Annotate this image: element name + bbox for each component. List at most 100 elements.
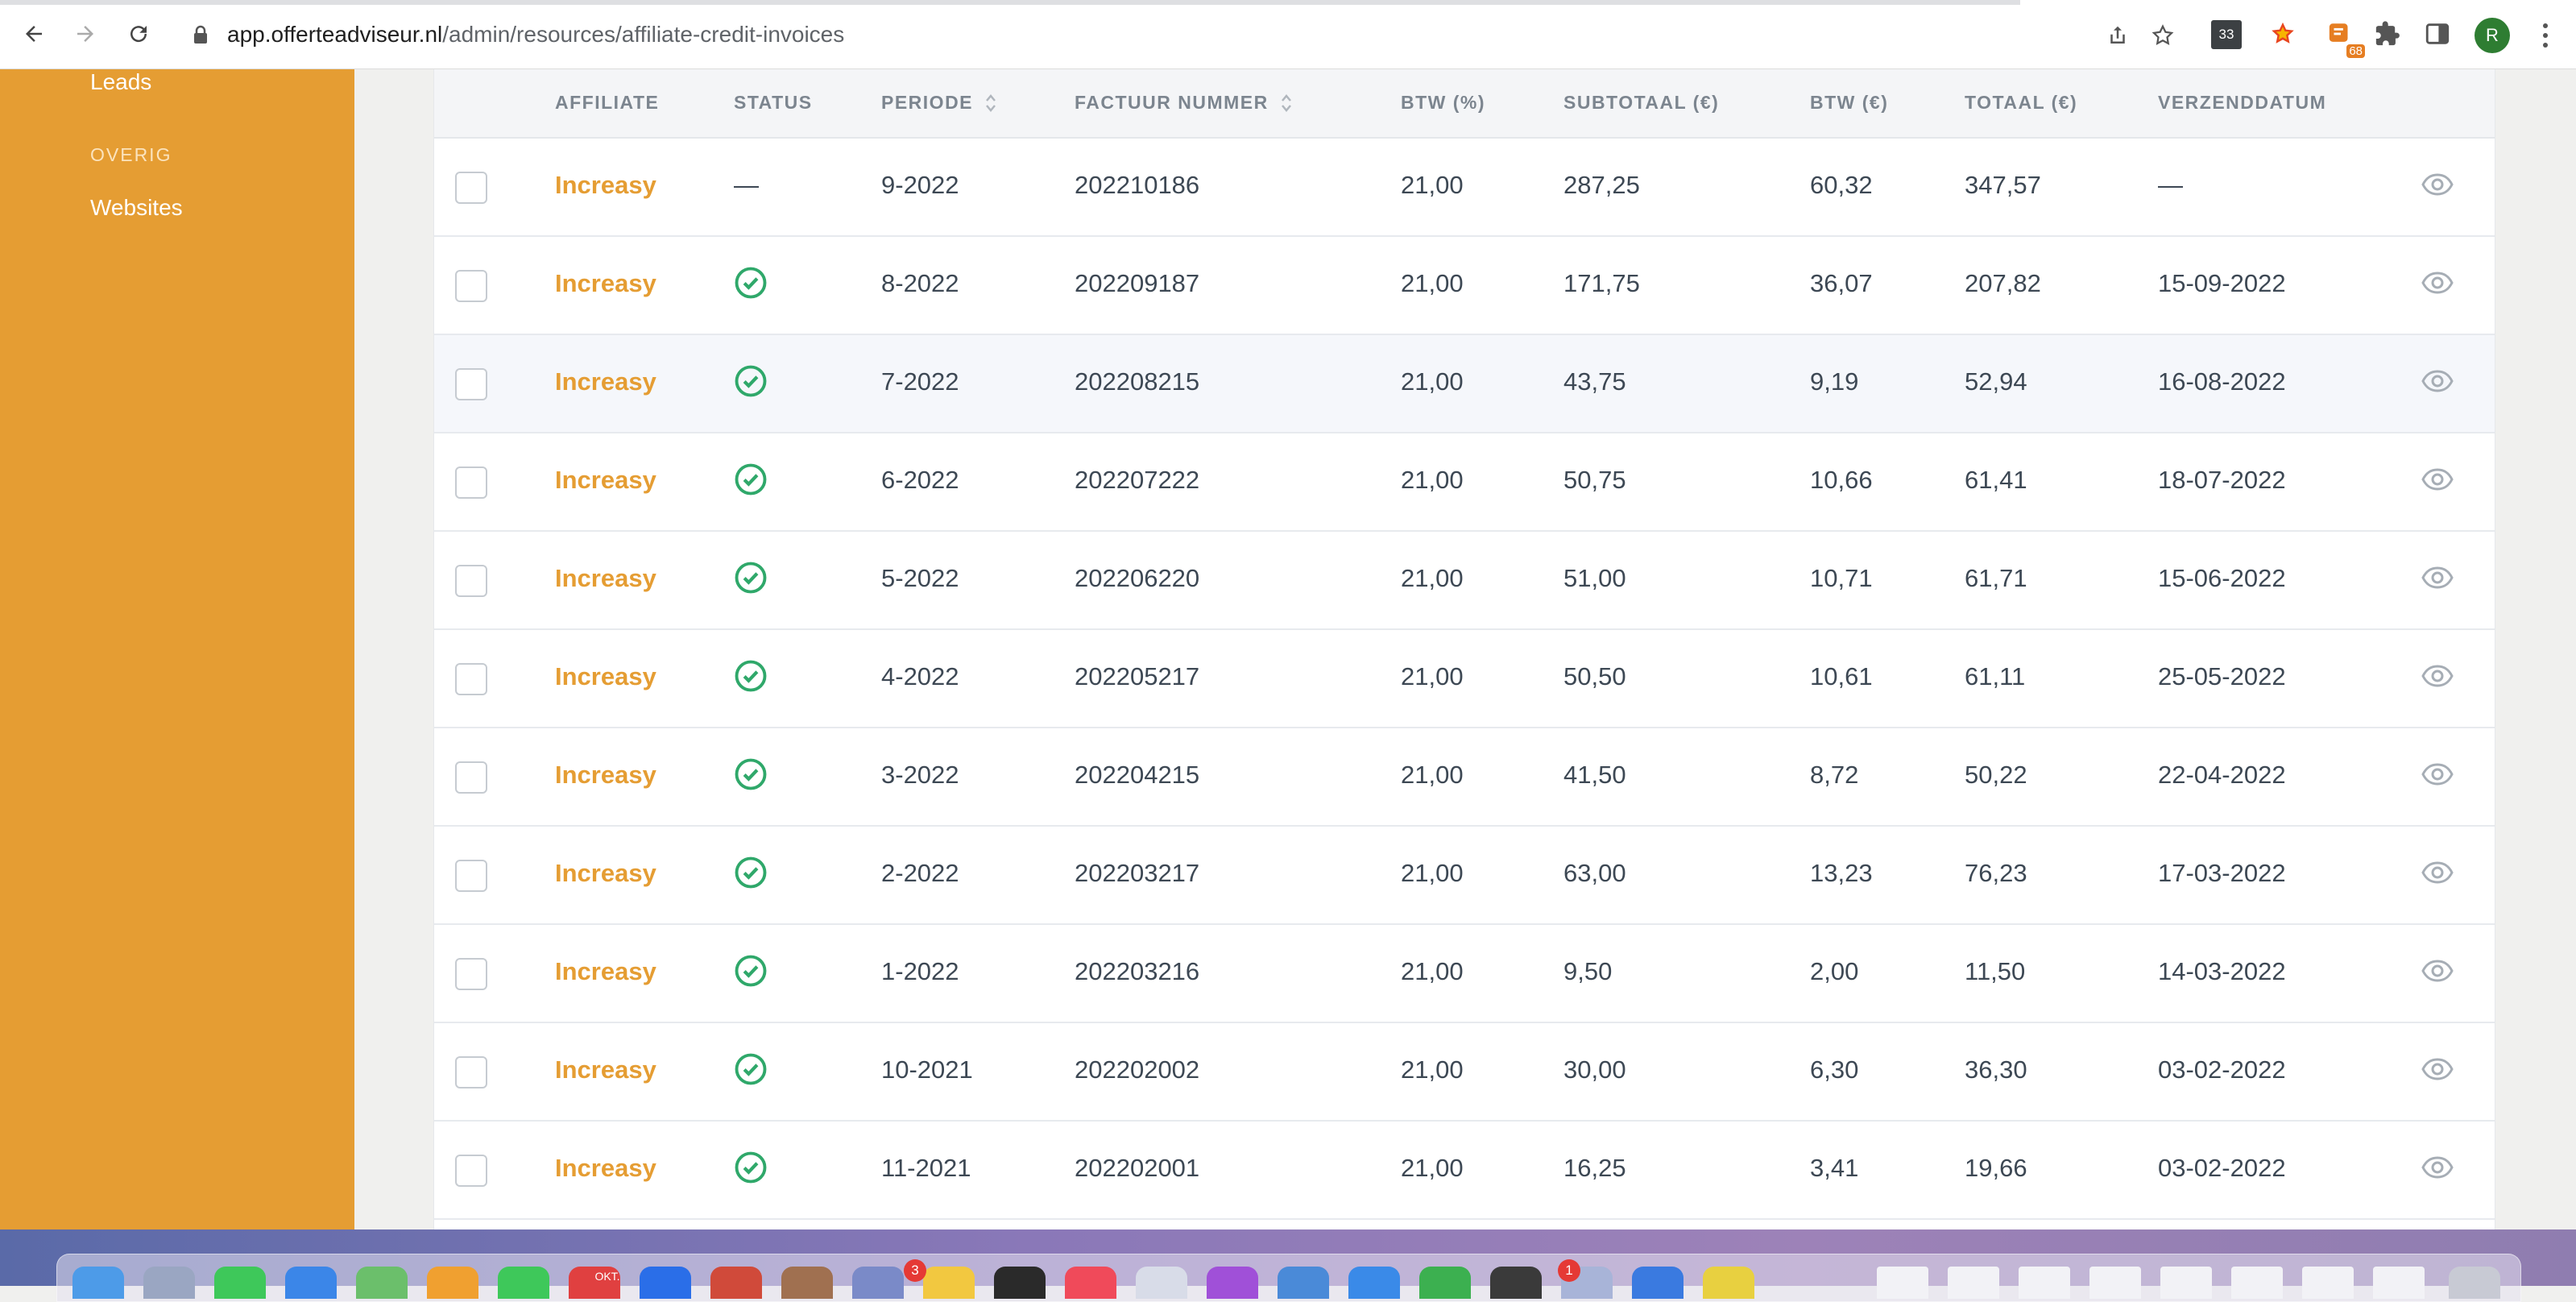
more-menu-icon[interactable] [2537, 19, 2553, 52]
row-checkbox[interactable] [455, 1155, 487, 1187]
cell-affiliate-link[interactable]: Increasy [555, 1154, 656, 1183]
dock-document-thumbnail[interactable] [2160, 1267, 2212, 1299]
messages-icon[interactable] [214, 1267, 266, 1299]
launchpad-icon[interactable] [143, 1267, 195, 1299]
extension-star-icon[interactable] [2267, 18, 2299, 50]
dock-document-thumbnail[interactable] [2373, 1267, 2425, 1299]
row-checkbox[interactable] [455, 466, 487, 499]
cell-btw-pct: 21,00 [1401, 367, 1464, 396]
view-eye-icon[interactable] [2421, 368, 2454, 394]
check-circle-icon [735, 267, 767, 299]
reload-button[interactable] [124, 19, 153, 48]
numbers-icon[interactable] [1419, 1267, 1471, 1299]
row-checkbox[interactable] [455, 172, 487, 204]
podcasts-icon[interactable] [1207, 1267, 1258, 1299]
view-eye-icon[interactable] [2421, 958, 2454, 984]
table-row[interactable]: Increasy 8-2022 202209187 21,00 171,75 36,07 2… [434, 237, 2495, 335]
dropbox-icon[interactable] [640, 1267, 691, 1299]
back-button[interactable] [19, 19, 48, 48]
table-row[interactable]: Increasy 6-2022 202207222 21,00 50,75 10,66 61… [434, 433, 2495, 532]
cell-affiliate-link[interactable]: Increasy [555, 662, 656, 691]
bookmark-star-icon[interactable] [2151, 23, 2175, 48]
table-row[interactable]: Increasy 3-2022 202204215 21,00 41,50 8,72 50,… [434, 728, 2495, 827]
cell-verzenddatum: 03-02-2022 [2158, 1055, 2286, 1084]
side-panel-icon[interactable] [2421, 18, 2454, 50]
cell-btw-eur: 60,32 [1810, 171, 1873, 199]
cell-affiliate-link[interactable]: Increasy [555, 269, 656, 298]
dock-document-thumbnail[interactable] [1877, 1267, 1928, 1299]
row-checkbox[interactable] [455, 761, 487, 794]
puzzle-icon[interactable] [2371, 18, 2404, 50]
activity-icon[interactable] [1490, 1267, 1542, 1299]
row-checkbox[interactable] [455, 663, 487, 695]
tool-icon[interactable] [1703, 1267, 1754, 1299]
terminal-icon[interactable] [994, 1267, 1046, 1299]
table-row[interactable]: Increasy 4-2022 202205217 21,00 50,50 10,61 61… [434, 630, 2495, 728]
column-header-factuur-nummer[interactable]: FACTUUR NUMMER [1075, 92, 1293, 114]
dock-document-thumbnail[interactable] [1948, 1267, 1999, 1299]
table-row[interactable]: Increasy 5-2022 202206220 21,00 51,00 10,71 61… [434, 532, 2495, 630]
column-header-factuur-label: FACTUUR NUMMER [1075, 92, 1269, 113]
mail-app-icon[interactable] [852, 1267, 904, 1299]
app-icon[interactable] [781, 1267, 833, 1299]
table-row[interactable]: Increasy 1-2022 202203216 21,00 9,50 2,00 11,5… [434, 925, 2495, 1023]
script-icon[interactable] [1136, 1267, 1187, 1299]
keynote-icon[interactable] [1632, 1267, 1684, 1299]
photos-icon[interactable] [427, 1267, 478, 1299]
cell-subtotaal: 51,00 [1563, 564, 1626, 592]
view-eye-icon[interactable] [2421, 565, 2454, 591]
view-eye-icon[interactable] [2421, 860, 2454, 885]
table-row[interactable]: Increasy 10-2021 202202002 21,00 30,00 6,30 36… [434, 1023, 2495, 1122]
extension-counter-icon[interactable]: 33 [2211, 20, 2242, 49]
facetime-icon[interactable] [498, 1267, 549, 1299]
row-checkbox[interactable] [455, 270, 487, 302]
column-header-periode[interactable]: PERIODE [881, 92, 997, 114]
view-eye-icon[interactable] [2421, 663, 2454, 689]
row-checkbox[interactable] [455, 860, 487, 892]
cell-affiliate-link[interactable]: Increasy [555, 761, 656, 790]
maps-icon[interactable] [356, 1267, 408, 1299]
cell-btw-pct: 21,00 [1401, 1154, 1464, 1182]
row-checkbox[interactable] [455, 368, 487, 400]
dock-document-thumbnail[interactable] [2302, 1267, 2354, 1299]
music-icon[interactable] [1065, 1267, 1116, 1299]
address-bar[interactable]: app.offerteadviseur.nl/admin/resources/a… [172, 14, 2178, 56]
table-row[interactable]: Increasy 2-2022 202203217 21,00 63,00 13,23 76… [434, 827, 2495, 925]
row-checkbox[interactable] [455, 1056, 487, 1088]
cell-affiliate-link[interactable]: Increasy [555, 466, 656, 495]
dock-document-thumbnail[interactable] [2019, 1267, 2070, 1299]
sidebar-item-websites[interactable]: Websites [90, 195, 183, 221]
row-checkbox[interactable] [455, 958, 487, 990]
chrome-icon[interactable] [710, 1267, 762, 1299]
preview-icon[interactable] [1278, 1267, 1329, 1299]
cell-affiliate-link[interactable]: Increasy [555, 367, 656, 396]
trash-icon[interactable] [2449, 1267, 2500, 1299]
cell-affiliate-link[interactable]: Increasy [555, 957, 656, 986]
dock-document-thumbnail[interactable] [2231, 1267, 2283, 1299]
cell-affiliate-link[interactable]: Increasy [555, 564, 656, 593]
view-eye-icon[interactable] [2421, 270, 2454, 296]
url-path: /admin/resources/affiliate-credit-invoic… [442, 22, 845, 47]
forward-button[interactable] [71, 19, 100, 48]
view-eye-icon[interactable] [2421, 172, 2454, 197]
notes-icon[interactable] [923, 1267, 975, 1299]
cell-affiliate-link[interactable]: Increasy [555, 1055, 656, 1084]
view-eye-icon[interactable] [2421, 1056, 2454, 1082]
finder-icon[interactable] [72, 1267, 124, 1299]
dock-document-thumbnail[interactable] [2089, 1267, 2141, 1299]
profile-avatar[interactable]: R [2475, 18, 2510, 53]
share-icon[interactable] [2106, 23, 2130, 48]
view-eye-icon[interactable] [2421, 466, 2454, 492]
view-eye-icon[interactable] [2421, 761, 2454, 787]
cell-affiliate-link[interactable]: Increasy [555, 171, 656, 200]
table-row[interactable]: Increasy 7-2022 202208215 21,00 43,75 9,19 52,… [434, 335, 2495, 433]
cell-affiliate-link[interactable]: Increasy [555, 859, 656, 888]
table-row[interactable]: Increasy 11-2021 202202001 21,00 16,25 3,41 19… [434, 1122, 2495, 1220]
sidebar-item-leads[interactable]: Leads [90, 69, 151, 95]
extension-feed-icon[interactable]: 68 [2325, 18, 2365, 58]
mail-icon[interactable] [285, 1267, 337, 1299]
appstore-icon[interactable] [1348, 1267, 1400, 1299]
view-eye-icon[interactable] [2421, 1155, 2454, 1180]
table-row[interactable]: Increasy — 9-2022 202210186 21,00 287,25 60,32… [434, 139, 2495, 237]
row-checkbox[interactable] [455, 565, 487, 597]
